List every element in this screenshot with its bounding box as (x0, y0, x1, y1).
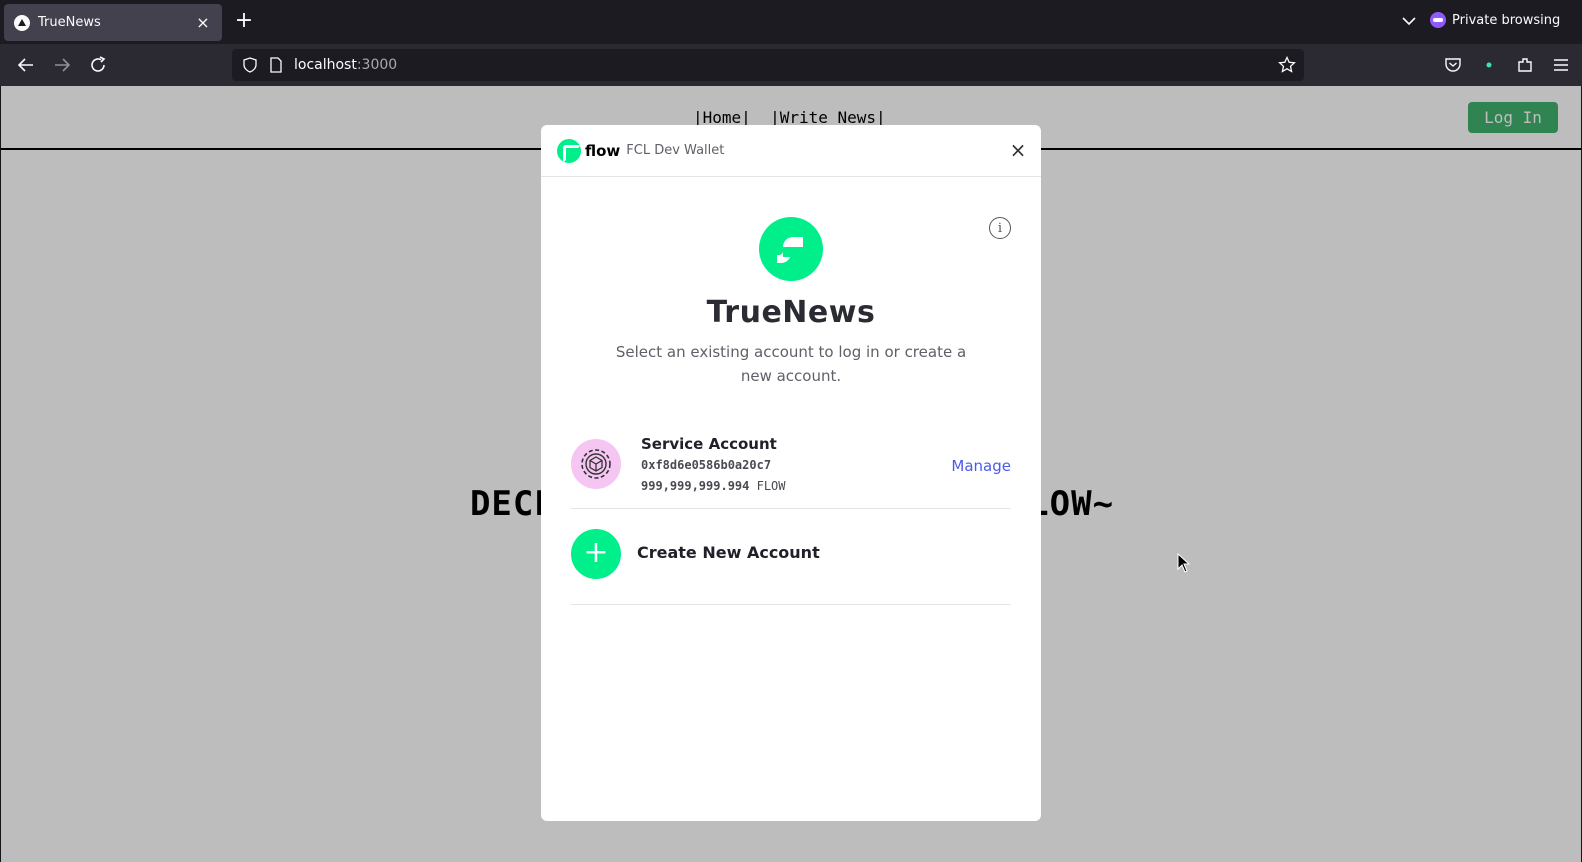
close-icon[interactable]: × (1007, 139, 1029, 161)
extensions-puzzle-icon[interactable] (1516, 56, 1534, 74)
avatar (571, 439, 621, 489)
site-favicon-icon (14, 14, 30, 31)
manage-link[interactable]: Manage (951, 457, 1011, 475)
private-browsing-indicator: Private browsing (1430, 12, 1560, 28)
mouse-cursor-icon (1177, 553, 1191, 573)
flow-brand-word: flow (585, 141, 621, 160)
private-browsing-label: Private browsing (1452, 12, 1561, 28)
forward-arrow-icon[interactable] (50, 53, 74, 77)
account-address: 0xf8d6e0586b0a20c7 (641, 458, 772, 472)
flow-logo-icon (557, 138, 581, 163)
url-host: localhost (294, 57, 357, 73)
shield-icon[interactable] (242, 57, 258, 73)
flow-logo-large-icon (759, 217, 823, 281)
app-title: TrueNews (706, 295, 876, 330)
browser-nav-bar: localhost:3000 (0, 44, 1582, 86)
bookmark-star-icon[interactable] (1278, 56, 1296, 74)
back-arrow-icon[interactable] (14, 53, 38, 77)
info-icon[interactable]: i (989, 217, 1011, 239)
create-account-row[interactable]: + Create New Account (571, 515, 1011, 605)
chevron-down-icon[interactable] (1400, 12, 1418, 30)
pocket-icon[interactable] (1444, 56, 1462, 74)
page-info-icon[interactable] (268, 57, 284, 73)
tab-close-icon[interactable]: × (194, 13, 212, 32)
balance-value: 999,999,999.994 (641, 479, 750, 493)
gear-cube-icon (581, 449, 611, 479)
plus-icon[interactable]: + (571, 529, 621, 579)
wallet-label: FCL Dev Wallet (626, 143, 725, 158)
balance-unit: FLOW (756, 479, 786, 493)
extension-status-dot-icon[interactable] (1480, 56, 1498, 74)
browser-tab-truenews[interactable]: TrueNews × (4, 4, 222, 41)
tab-title: TrueNews (38, 15, 101, 30)
modal-header: flow FCL Dev Wallet × (541, 125, 1041, 177)
account-row[interactable]: Service Account 0xf8d6e0586b0a20c7 999,9… (571, 425, 1011, 509)
app-subtitle: Select an existing account to log in or … (615, 343, 967, 385)
reload-icon[interactable] (86, 53, 110, 77)
account-balance: 999,999,999.994 FLOW (641, 479, 786, 493)
create-account-label[interactable]: Create New Account (637, 543, 820, 562)
url-bar[interactable]: localhost:3000 (232, 49, 1304, 81)
url-port: :3000 (356, 57, 398, 73)
fcl-wallet-modal: flow FCL Dev Wallet × i TrueNews Select … (541, 125, 1041, 821)
new-tab-button[interactable]: + (232, 10, 256, 34)
browser-tab-bar: TrueNews × + Private browsing (0, 0, 1582, 44)
hamburger-menu-icon[interactable] (1552, 56, 1570, 74)
account-name: Service Account (641, 435, 777, 453)
private-mask-icon (1430, 12, 1446, 28)
